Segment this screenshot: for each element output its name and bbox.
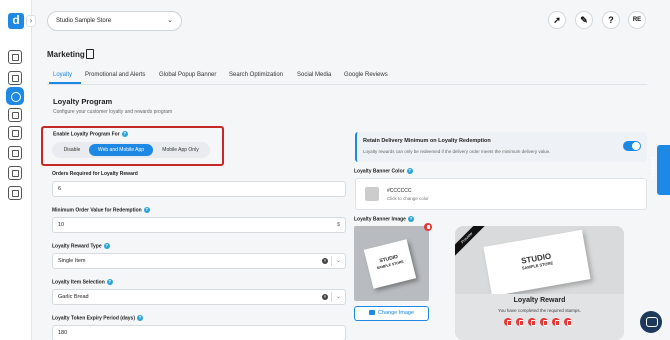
sidebar-nav-icon-8[interactable] <box>8 186 22 200</box>
reward-type-value: Single Item <box>58 258 86 264</box>
sidebar-nav-icon-5[interactable] <box>8 126 22 140</box>
app-logo[interactable]: d <box>8 13 24 29</box>
reward-panel: Loyalty Reward You have completed the re… <box>455 294 624 340</box>
orders-required-input[interactable]: 6 <box>52 181 346 197</box>
stamp-icon <box>564 318 572 326</box>
change-image-label: Change Image <box>377 310 415 316</box>
store-selector-value: Studio Sample Store <box>56 18 112 24</box>
info-icon[interactable]: ? <box>106 279 113 285</box>
select-divider <box>331 292 332 302</box>
expiry-label-text: Loyalty Token Expiry Period (days) <box>52 315 135 322</box>
change-image-button[interactable]: Change Image <box>354 306 429 321</box>
image-icon <box>368 310 375 316</box>
chevron-down-icon[interactable]: ⌄ <box>336 254 341 268</box>
banner-image-label: Loyalty Banner Image? <box>354 216 414 222</box>
loyalty-preview: STUDIO SAMPLE STORE Preview Loyalty Rewa… <box>455 226 624 340</box>
active-tab-indicator <box>49 82 81 84</box>
banner-color-label: Loyalty Banner Color? <box>354 168 413 174</box>
tab-promotional-alerts[interactable]: Promotional and Alerts <box>85 72 145 78</box>
retain-delivery-subtitle: Loyalty rewards can only be redeemed if … <box>363 149 551 154</box>
retain-delivery-card: Retain Delivery Minimum on Loyalty Redem… <box>355 132 647 162</box>
sidebar-marketing-icon[interactable] <box>6 87 24 105</box>
min-order-value: 10 <box>58 222 65 228</box>
pin-button[interactable]: ✎ <box>575 11 593 29</box>
reward-type-label: Loyalty Reward Type? <box>52 243 110 249</box>
item-selection-label: Loyalty Item Selection? <box>52 279 113 285</box>
info-icon[interactable]: ? <box>137 315 143 321</box>
banner-image-label-text: Loyalty Banner Image <box>354 216 406 223</box>
preview-ribbon: Preview <box>455 226 487 258</box>
tab-google-reviews[interactable]: Google Reviews <box>344 72 388 78</box>
banner-image-thumbnail: STUDIO SAMPLE STORE <box>354 226 429 301</box>
reward-subtitle: You have completed the required stamps. <box>498 308 581 313</box>
feedback-tab[interactable]: Feedback <box>651 145 670 195</box>
retain-delivery-toggle[interactable] <box>623 141 641 151</box>
stamp-row <box>504 318 584 327</box>
stamp-icon <box>528 318 536 326</box>
tab-global-popup-banner[interactable]: Global Popup Banner <box>159 72 216 78</box>
help-button[interactable]: ? <box>602 11 620 29</box>
delete-image-icon[interactable] <box>424 223 432 231</box>
left-sidebar: d <box>0 0 32 340</box>
expiry-input[interactable]: 180 <box>52 325 346 340</box>
user-avatar-button[interactable]: RE <box>628 11 646 29</box>
info-icon[interactable]: ? <box>103 243 110 249</box>
stamp-icon <box>552 318 560 326</box>
item-selection-value: Garlic Bread <box>58 294 89 300</box>
chevron-down-icon[interactable]: ⌄ <box>336 290 341 304</box>
reward-type-label-text: Loyalty Reward Type <box>52 243 102 250</box>
reward-type-select[interactable]: Single Item × ⌄ <box>52 253 346 269</box>
select-divider <box>331 256 332 266</box>
item-selection-label-text: Loyalty Item Selection <box>52 279 105 286</box>
expiry-value: 180 <box>58 330 68 336</box>
sidebar-nav-icon-1[interactable] <box>8 50 22 64</box>
min-order-input[interactable]: 10 $ <box>52 217 346 233</box>
section-title: Loyalty Program <box>53 97 113 106</box>
feedback-label: Feedback <box>650 156 657 180</box>
info-icon[interactable]: ? <box>143 207 150 213</box>
sidebar-nav-icon-4[interactable] <box>8 108 22 122</box>
color-hint: Click to change color <box>387 196 429 201</box>
currency-suffix: $ <box>336 222 340 228</box>
store-selector[interactable]: Studio Sample Store ⌄ <box>47 11 182 31</box>
item-selection-select[interactable]: Garlic Bread × ⌄ <box>52 289 346 305</box>
sidebar-nav-icon-7[interactable] <box>8 166 22 180</box>
stamp-icon <box>504 318 512 326</box>
clear-icon[interactable]: × <box>322 258 328 264</box>
banner-color-label-text: Loyalty Banner Color <box>354 168 405 175</box>
book-icon[interactable] <box>86 49 94 59</box>
banner-color-picker[interactable]: #CCCCCC Click to change color <box>355 178 647 210</box>
color-hex-value: #CCCCCC <box>387 188 412 194</box>
expiry-label: Loyalty Token Expiry Period (days)? <box>52 315 143 321</box>
rocket-button[interactable]: ➚ <box>548 11 566 29</box>
retain-delivery-title: Retain Delivery Minimum on Loyalty Redem… <box>363 138 491 144</box>
min-order-label-text: Minimum Order Value for Redemption <box>52 207 142 214</box>
sidebar-collapse-button[interactable]: › <box>26 15 36 27</box>
clear-icon[interactable]: × <box>322 294 328 300</box>
page-title: Marketing <box>47 50 85 59</box>
sidebar-nav-icon-6[interactable] <box>8 146 22 160</box>
orders-required-value: 6 <box>58 186 62 192</box>
marketing-tabs: Loyalty Promotional and Alerts Global Po… <box>47 69 647 85</box>
chat-icon[interactable] <box>640 311 662 333</box>
reward-title: Loyalty Reward <box>513 297 566 304</box>
preview-banner-art: STUDIO SAMPLE STORE <box>483 229 591 297</box>
chevron-down-icon: ⌄ <box>167 17 173 24</box>
orders-required-label: Orders Required for Loyalty Reward <box>52 171 138 177</box>
info-icon[interactable]: ? <box>406 168 413 174</box>
stamp-icon <box>540 318 548 326</box>
sidebar-nav-icon-2[interactable] <box>8 71 22 85</box>
banner-image-card: STUDIO SAMPLE STORE <box>363 239 417 289</box>
tab-loyalty[interactable]: Loyalty <box>53 72 72 78</box>
section-subtitle: Configure your customer loyalty and rewa… <box>53 109 173 115</box>
tab-search-optimization[interactable]: Search Optimization <box>229 72 283 78</box>
stamp-icon <box>516 318 524 326</box>
tab-social-media[interactable]: Social Media <box>297 72 331 78</box>
highlight-box <box>41 126 224 166</box>
info-icon[interactable]: ? <box>407 216 414 222</box>
color-swatch[interactable] <box>365 187 379 201</box>
min-order-label: Minimum Order Value for Redemption? <box>52 207 150 213</box>
